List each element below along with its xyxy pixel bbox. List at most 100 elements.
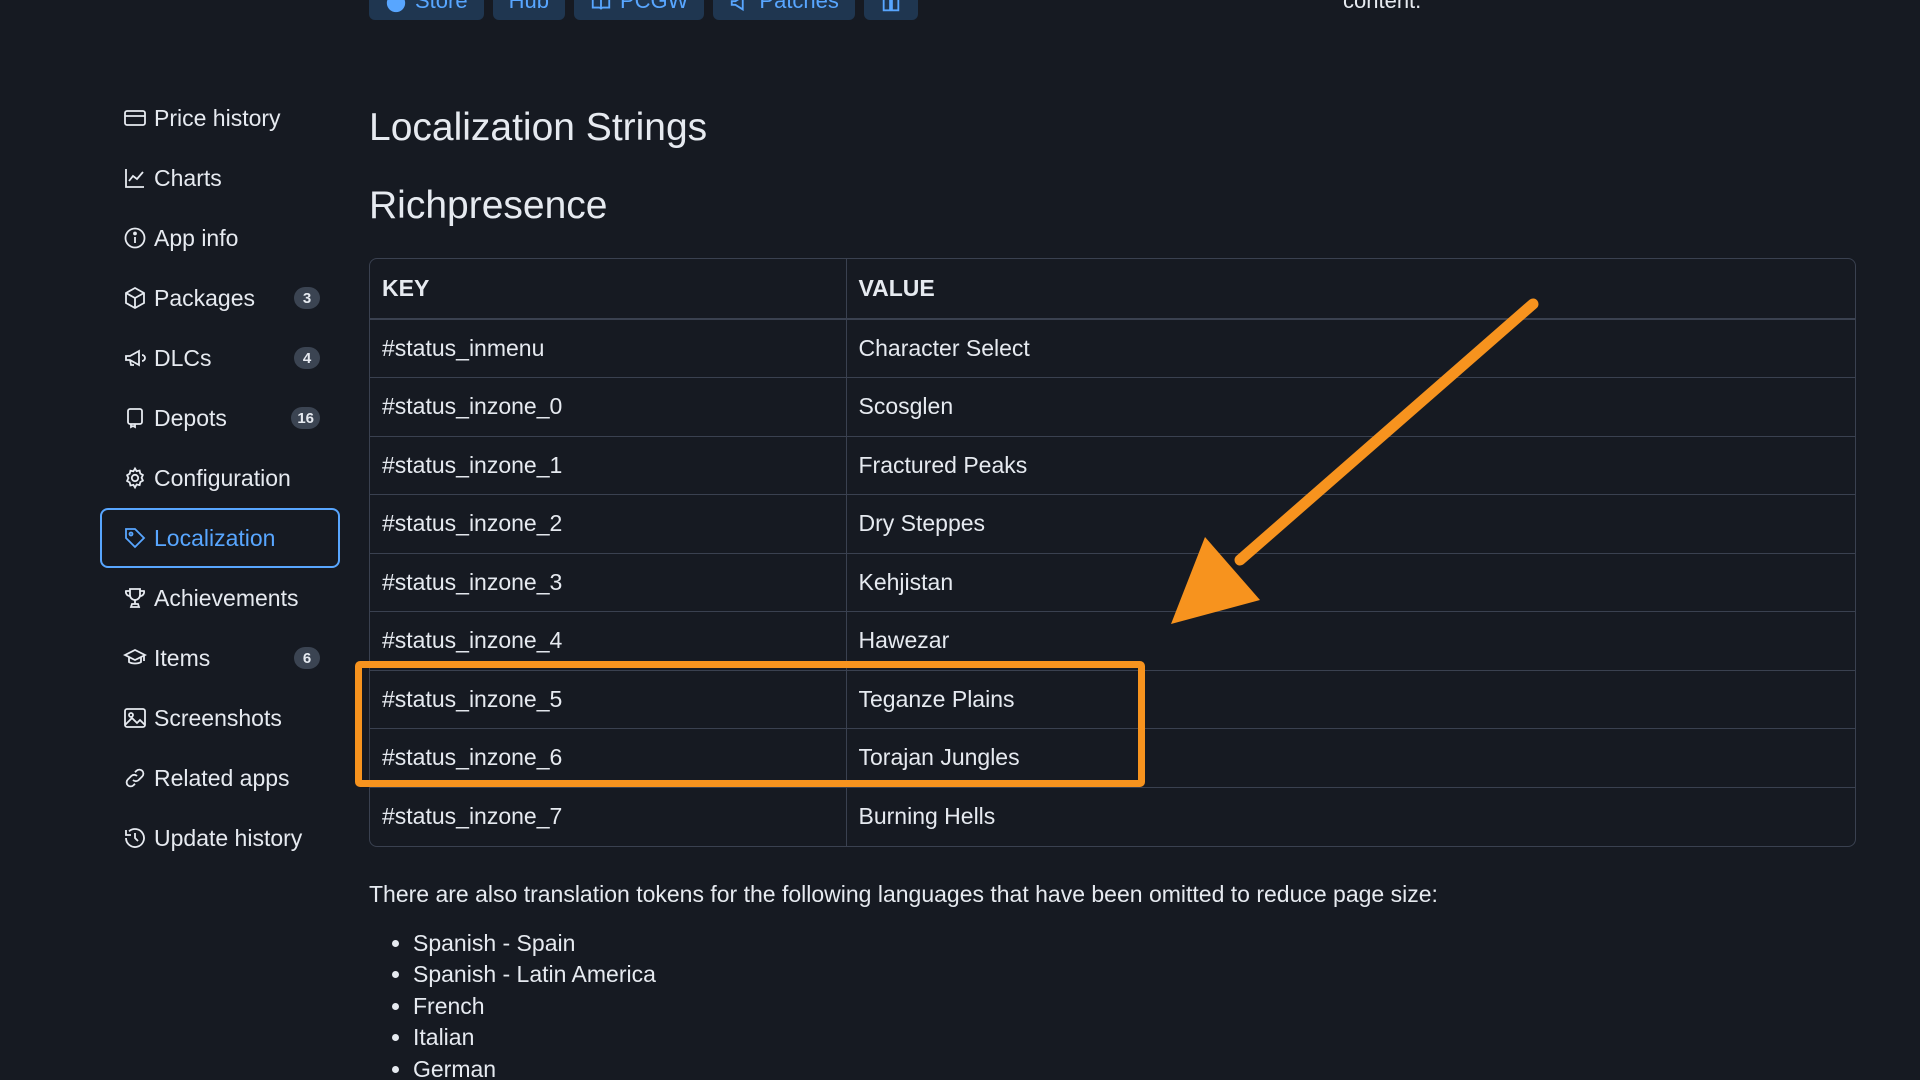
table-row: #status_inzone_4 Hawezar: [370, 611, 1855, 671]
sidebar-item-label: Achievements: [154, 584, 299, 611]
table-cell-value: Torajan Jungles: [846, 728, 1855, 788]
trophy-icon: [122, 585, 148, 611]
table-cell-key: #status_inzone_1: [370, 436, 847, 495]
table-cell-value: Scosglen: [846, 377, 1855, 437]
table-cell-value: Character Select: [846, 319, 1855, 378]
table-row: #status_inzone_7 Burning Hells: [370, 787, 1855, 846]
server-icon: [122, 405, 148, 431]
hub-button[interactable]: Hub: [492, 0, 565, 20]
sidebar-item-label: Price history: [154, 104, 281, 131]
sidebar-item-label: Packages: [154, 284, 256, 311]
page-title: Localization Strings: [369, 106, 708, 149]
info-icon: [122, 225, 148, 251]
credit-card-icon: [122, 105, 148, 131]
table-cell-value: Kehjistan: [846, 553, 1855, 612]
sidebar-item-label: Items: [154, 644, 211, 671]
top-note-text: content.: [1343, 0, 1422, 13]
table-cell-value: Burning Hells: [858, 803, 996, 829]
book-icon: [590, 0, 612, 14]
table-row: #status_inzone_0 Scosglen: [370, 377, 1855, 437]
table-row: #status_inzone_5 Teganze Plains: [370, 670, 1855, 729]
hub-button-label: Hub: [508, 0, 549, 13]
section-title: Richpresence: [369, 184, 608, 227]
table-cell-value: Fractured Peaks: [846, 436, 1855, 495]
steam-icon: [385, 0, 407, 14]
table-row: #status_inmenu Character Select: [370, 319, 1855, 378]
grid-button[interactable]: [863, 0, 918, 20]
depots-count-badge: 16: [291, 407, 320, 429]
sidebar-item-label: Related apps: [154, 764, 290, 791]
table-header-row: KEY VALUE: [370, 259, 1855, 320]
main-content: Localization Strings Richpresence KEY VA…: [369, 100, 1857, 1080]
pcgw-button[interactable]: PCGW: [573, 0, 705, 20]
list-item: Italian: [413, 1022, 1857, 1054]
sidebar-item-price-history[interactable]: Price history: [100, 88, 340, 148]
sidebar-item-label: Charts: [154, 164, 222, 191]
languages-list: Spanish - Spain Spanish - Latin America …: [369, 928, 1857, 1080]
megaphone-icon: [729, 0, 751, 14]
sidebar-item-packages[interactable]: Packages 3: [100, 268, 340, 328]
package-icon: [122, 285, 148, 311]
sidebar-item-app-info[interactable]: App info: [100, 208, 340, 268]
sidebar-item-localization[interactable]: Localization: [100, 508, 340, 568]
table-cell-key: #status_inzone_6: [370, 728, 847, 788]
sidebar-nav: Price history Charts App info Packages 3: [100, 88, 340, 868]
patches-button[interactable]: Patches: [713, 0, 855, 20]
sidebar-item-configuration[interactable]: Configuration: [100, 448, 340, 508]
table-row: #status_inzone_1 Fractured Peaks: [370, 436, 1855, 495]
megaphone-icon: [122, 345, 148, 371]
store-button-label: Store: [415, 0, 468, 13]
packages-count-badge: 3: [294, 287, 320, 309]
sidebar-item-achievements[interactable]: Achievements: [100, 568, 340, 628]
link-icon: [122, 765, 148, 791]
table-cell-key: #status_inzone_2: [370, 494, 847, 554]
sidebar-item-label: App info: [154, 224, 239, 251]
omitted-languages-note: There are also translation tokens for th…: [369, 880, 1438, 907]
table-cell-value: Hawezar: [846, 611, 1855, 671]
sidebar-item-label: Depots: [154, 404, 227, 431]
list-item: French: [413, 991, 1857, 1023]
gear-icon: [122, 465, 148, 491]
items-count-badge: 6: [294, 647, 320, 669]
table-row: #status_inzone_2 Dry Steppes: [370, 494, 1855, 554]
pcgw-button-label: PCGW: [619, 0, 689, 13]
mortar-board-icon: [122, 645, 148, 671]
table-cell-value: Teganze Plains: [846, 670, 1855, 729]
table-row: #status_inzone_3 Kehjistan: [370, 553, 1855, 612]
dlcs-count-badge: 4: [294, 347, 320, 369]
table-row: #status_inzone_6 Torajan Jungles: [370, 728, 1855, 788]
column-header-value: VALUE: [846, 259, 1855, 320]
sidebar-item-label: Configuration: [154, 464, 291, 491]
top-button-bar: Store Hub PCGW Patches: [369, 0, 918, 20]
sidebar-item-screenshots[interactable]: Screenshots: [100, 688, 340, 748]
sidebar-item-charts[interactable]: Charts: [100, 148, 340, 208]
localization-table: KEY VALUE #status_inmenu Character Selec…: [369, 258, 1856, 847]
column-header-key: KEY: [370, 259, 847, 320]
store-button[interactable]: Store: [369, 0, 484, 20]
table-cell-key: #status_inmenu: [370, 319, 847, 378]
sidebar-item-items[interactable]: Items 6: [100, 628, 340, 688]
page: Store Hub PCGW Patches content. Price hi…: [0, 0, 1920, 1080]
list-item: German: [413, 1054, 1857, 1080]
sidebar-item-label: DLCs: [154, 344, 212, 371]
sidebar-item-label: Screenshots: [154, 704, 282, 731]
history-icon: [122, 825, 148, 851]
sidebar-item-label: Localization: [154, 524, 276, 551]
table-cell-key: #status_inzone_3: [370, 553, 847, 612]
list-item: Spanish - Spain: [413, 928, 1857, 960]
tag-icon: [122, 525, 148, 551]
image-icon: [122, 705, 148, 731]
sidebar-item-label: Update history: [154, 824, 303, 851]
sidebar-item-depots[interactable]: Depots 16: [100, 388, 340, 448]
grid-icon: [880, 0, 902, 14]
list-item: Spanish - Latin America: [413, 959, 1857, 991]
table-cell-key: #status_inzone_0: [370, 377, 847, 437]
sidebar-item-related-apps[interactable]: Related apps: [100, 748, 340, 808]
table-cell-key: #status_inzone_4: [370, 611, 847, 671]
sidebar-item-dlcs[interactable]: DLCs 4: [100, 328, 340, 388]
table-cell-value: Dry Steppes: [846, 494, 1855, 554]
graph-icon: [122, 165, 148, 191]
sidebar-item-update-history[interactable]: Update history: [100, 808, 340, 868]
table-cell-key: #status_inzone_7: [370, 787, 847, 846]
patches-button-label: Patches: [759, 0, 839, 13]
